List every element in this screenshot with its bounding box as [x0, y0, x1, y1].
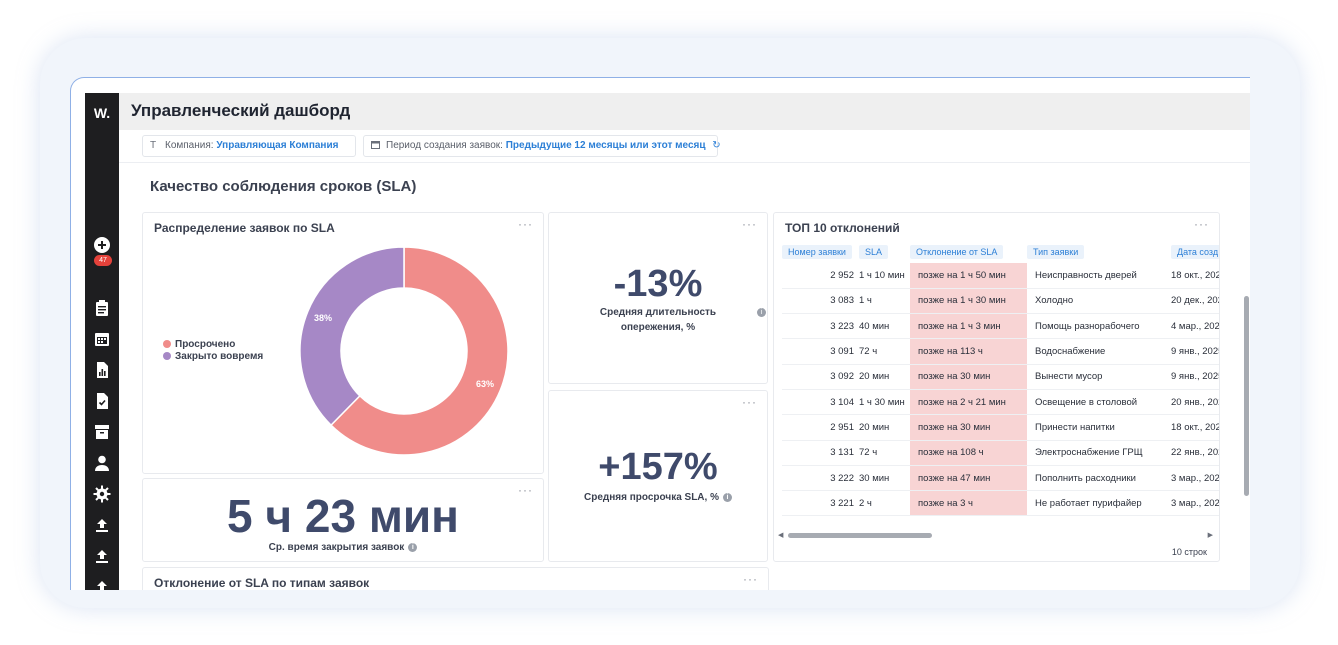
sla-deviation-by-type-card: Отклонение от SLA по типам заявок ··· — [142, 567, 769, 590]
col-header-sla[interactable]: SLA — [859, 241, 910, 263]
table-row[interactable]: 3 221 2 ч позже на 3 ч Не работает пурифайе… — [782, 490, 1219, 517]
company-filter-value: Управляющая Компания — [216, 140, 339, 151]
row-count: 10 строк — [1171, 547, 1207, 557]
donut-slice[interactable] — [299, 246, 405, 427]
donut-chart: 63% 38% — [299, 246, 509, 456]
table-row[interactable]: 3 092 20 мин позже на 30 мин Вынести мусор 9… — [782, 364, 1219, 390]
clipboard-icon[interactable] — [93, 299, 111, 317]
scroll-right-icon[interactable]: ▶ — [1208, 531, 1213, 539]
card-title: Распределение заявок по SLA — [154, 221, 335, 235]
plus-circle-icon[interactable] — [93, 236, 111, 254]
kpi-overdue-card: ··· +157% Средняя просрочка SLA, % i — [548, 390, 768, 562]
table-row[interactable]: 3 091 72 ч позже на 113 ч Водоснабжение 9 ян… — [782, 338, 1219, 365]
card-title: Отклонение от SLA по типам заявок — [154, 576, 370, 590]
kpi-lead-caption-line2: опережения, % — [620, 322, 696, 333]
horizontal-scrollbar[interactable]: ◀ ▶ — [776, 531, 1217, 541]
checklist-icon[interactable] — [93, 392, 111, 410]
title-bar: Управленческий дашборд — [119, 93, 1250, 130]
upload-icon[interactable] — [93, 578, 111, 590]
kpi-lead-card: ··· -13% Средняя длительность опережения… — [548, 212, 768, 384]
section-title: Качество соблюдения сроков (SLA) — [150, 178, 417, 195]
table-row[interactable]: 2 952 1 ч 10 мин позже на 1 ч 50 мин Неиспр… — [782, 263, 1219, 289]
scroll-thumb[interactable] — [788, 533, 932, 538]
page-scrollbar[interactable] — [1244, 296, 1249, 496]
table-row[interactable]: 2 951 20 мин позже на 30 мин Принести напит… — [782, 414, 1219, 441]
company-filter[interactable]: T Компания: Управляющая Компания — [142, 135, 356, 157]
table-row[interactable]: 3 104 1 ч 30 мин позже на 2 ч 21 мин Освеще… — [782, 389, 1219, 416]
scroll-left-icon[interactable]: ◀ — [778, 531, 783, 539]
report-icon[interactable] — [93, 361, 111, 379]
user-icon[interactable] — [93, 454, 111, 472]
table-row[interactable]: 3 223 40 мин позже на 1 ч 3 мин Помощь разн… — [782, 313, 1219, 340]
kpi-overdue-value: +157% — [598, 446, 718, 488]
period-filter-value: Предыдущие 12 месяцы или этот месяц — [505, 140, 706, 151]
table-viewport[interactable]: Номер заявки SLA Отклонение от SLA Тип з… — [782, 241, 1219, 517]
info-icon[interactable]: i — [757, 308, 766, 317]
calendar-small-icon — [371, 136, 380, 156]
gear-icon[interactable] — [93, 485, 111, 503]
period-filter[interactable]: Период создания заявок: Предыдущие 12 ме… — [363, 135, 721, 157]
card-menu-icon[interactable]: ··· — [742, 395, 757, 409]
notification-badge[interactable]: 47 — [94, 255, 112, 266]
text-type-icon: T — [150, 140, 157, 151]
archive-icon[interactable] — [93, 423, 111, 441]
card-menu-icon[interactable]: ··· — [742, 217, 757, 231]
legend-item-on-time: Закрыто вовремя — [163, 351, 263, 362]
legend-swatch — [163, 352, 171, 360]
info-icon[interactable]: i — [722, 492, 732, 502]
card-menu-icon[interactable]: ··· — [743, 572, 758, 586]
page-title: Управленческий дашборд — [131, 101, 351, 120]
kpi-close-time-caption: Ср. время закрытия заявок i — [143, 542, 543, 553]
col-header-type[interactable]: Тип заявки — [1027, 241, 1171, 263]
col-header-date[interactable]: Дата созд — [1171, 241, 1219, 263]
kpi-lead-value: -13% — [613, 263, 703, 305]
info-icon[interactable]: i — [408, 542, 418, 552]
calendar-icon[interactable] — [93, 330, 111, 348]
card-menu-icon[interactable]: ··· — [1194, 217, 1209, 231]
kpi-close-time-card: ··· 5 ч 23 мин Ср. время закрытия заявок… — [142, 478, 544, 562]
col-header-deviation[interactable]: Отклонение от SLA — [910, 241, 1027, 263]
table-row[interactable]: 3 222 30 мин позже на 47 мин Пополнить расх… — [782, 465, 1219, 492]
slice-label-overdue: 63% — [476, 379, 494, 389]
table-row[interactable]: 3 131 72 ч позже на 108 ч Электроснабжение … — [782, 440, 1219, 466]
upload-icon[interactable] — [93, 547, 111, 565]
legend-swatch — [163, 340, 171, 348]
legend-item-overdue: Просрочено — [163, 339, 235, 350]
top10-deviations-card: ТОП 10 отклонений ··· Номер заявки SLA О… — [773, 212, 1220, 562]
filter-bar: T Компания: Управляющая Компания Период … — [119, 130, 1250, 163]
table-header-row: Номер заявки SLA Отклонение от SLA Тип з… — [782, 241, 1219, 263]
app-window: W. 47 Управленческий дашборд T Компания:… — [70, 77, 1250, 590]
app-logo[interactable]: W. — [85, 105, 119, 121]
refresh-icon[interactable]: ↻ — [712, 140, 720, 151]
sidebar: W. 47 — [85, 93, 119, 590]
card-menu-icon[interactable]: ··· — [518, 217, 533, 231]
upload-icon[interactable] — [93, 516, 111, 534]
sla-distribution-card: Распределение заявок по SLA ··· Просроче… — [142, 212, 544, 474]
card-title: ТОП 10 отклонений — [785, 221, 900, 235]
kpi-overdue-caption: Средняя просрочка SLA, % i — [549, 492, 767, 503]
top10-table: Номер заявки SLA Отклонение от SLA Тип з… — [782, 241, 1219, 517]
kpi-close-time-value: 5 ч 23 мин — [227, 490, 459, 542]
slice-label-on-time: 38% — [314, 313, 332, 323]
col-header-number[interactable]: Номер заявки — [782, 241, 859, 263]
table-row[interactable]: 3 083 1 ч позже на 1 ч 30 мин Холодно 20 дек… — [782, 288, 1219, 315]
kpi-lead-caption-line1: Средняя длительность — [599, 307, 717, 318]
